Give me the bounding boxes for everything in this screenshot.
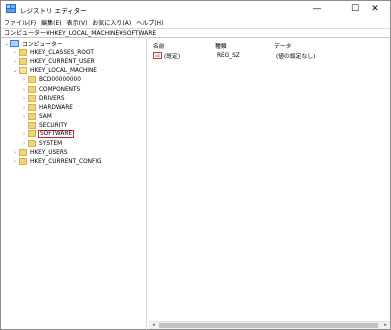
values-list-pane[interactable]: 名前 種類 データ ab (既定) REG_SZ (値の設定なし) — [149, 39, 391, 330]
tree-item-hardware[interactable]: › HARDWARE — [21, 103, 74, 112]
tree-item-label-selected: SOFTWARE — [38, 129, 75, 138]
window-title: レジストリ エディター — [20, 7, 87, 15]
tree-item-computer[interactable]: ⌄ コンピューター — [4, 39, 64, 48]
folder-icon — [28, 130, 36, 137]
folder-icon — [19, 49, 27, 56]
scroll-thumb[interactable] — [159, 323, 378, 328]
tree-item-hkey-current-user[interactable]: › HKEY_CURRENT_USER — [12, 57, 96, 66]
menu-help[interactable]: ヘルプ(H) — [136, 18, 163, 27]
folder-icon — [28, 113, 36, 120]
value-name: (既定) — [164, 54, 181, 60]
tree-item-label: HKEY_CURRENT_USER — [30, 58, 95, 65]
collapse-arrow-icon[interactable]: › — [21, 87, 27, 93]
menu-bar: ファイル(F) 編集(E) 表示(V) お気に入り(A) ヘルプ(H) — [1, 17, 390, 28]
folder-icon — [28, 76, 36, 83]
column-header-name[interactable]: 名前 — [153, 41, 165, 50]
collapse-arrow-icon[interactable]: › — [12, 50, 18, 56]
string-value-icon: ab — [153, 52, 162, 59]
collapse-arrow-icon[interactable]: › — [12, 150, 18, 156]
tree-item-hkey-current-config[interactable]: › HKEY_CURRENT_CONFIG — [12, 157, 103, 166]
tree-item-sam[interactable]: › SAM — [21, 112, 53, 121]
tree-item-label: HKEY_CURRENT_CONFIG — [30, 158, 102, 165]
folder-icon — [28, 140, 36, 147]
tree-item-label: コンピューター — [22, 42, 63, 48]
collapse-arrow-icon[interactable]: › — [21, 141, 27, 147]
tree-item-hkey-users[interactable]: › HKEY_USERS — [12, 148, 69, 157]
collapse-arrow-icon[interactable]: › — [21, 77, 27, 83]
tree-item-hkey-local-machine[interactable]: ⌄ HKEY_LOCAL_MACHINE — [12, 66, 98, 75]
scroll-right-icon[interactable]: ▸ — [381, 322, 390, 329]
tree-item-label: HKEY_CLASSES_ROOT — [30, 49, 94, 56]
collapse-arrow-icon[interactable]: › — [12, 59, 18, 65]
tree-item-label: SYSTEM — [39, 140, 63, 147]
registry-editor-window: レジストリ エディター — ☐ ✕ ファイル(F) 編集(E) 表示(V) お気… — [0, 0, 391, 330]
tree-item-label: BCD00000000 — [39, 76, 81, 83]
address-bar[interactable]: コンピューター¥HKEY_LOCAL_MACHINE¥SOFTWARE — [1, 28, 390, 38]
tree-item-label: HKEY_LOCAL_MACHINE — [30, 67, 97, 74]
expand-arrow-icon[interactable]: ⌄ — [12, 68, 18, 74]
collapse-arrow-icon[interactable]: › — [21, 114, 27, 120]
folder-icon — [28, 104, 36, 111]
tree-item-label: SECURITY — [39, 122, 68, 129]
tree-item-system[interactable]: › SYSTEM — [21, 139, 63, 148]
folder-icon — [28, 122, 36, 129]
tree-item-label: HARDWARE — [39, 104, 73, 111]
folder-icon — [19, 158, 27, 165]
value-data: (値の設定なし) — [276, 54, 316, 60]
folder-icon — [28, 86, 36, 93]
tree-item-software[interactable]: › SOFTWARE — [21, 129, 75, 138]
column-header-type[interactable]: 種類 — [215, 41, 227, 50]
folder-icon — [19, 58, 27, 65]
registry-editor-icon — [6, 4, 16, 13]
folder-icon — [19, 149, 27, 156]
computer-icon — [10, 40, 19, 47]
collapse-arrow-icon[interactable]: › — [12, 159, 18, 165]
column-header-data[interactable]: データ — [274, 41, 291, 50]
list-item[interactable]: ab (既定) REG_SZ (値の設定なし) — [153, 51, 315, 60]
folder-icon — [28, 95, 36, 102]
menu-file[interactable]: ファイル(F) — [4, 18, 36, 27]
tree-item-hkey-classes-root[interactable]: › HKEY_CLASSES_ROOT — [12, 48, 95, 57]
collapse-arrow-icon[interactable]: › — [21, 105, 27, 111]
tree-item-drivers[interactable]: › DRIVERS — [21, 94, 66, 103]
tree-item-bcd[interactable]: › BCD00000000 — [21, 75, 82, 84]
tree-item-label: DRIVERS — [39, 95, 65, 102]
tree-item-components[interactable]: › COMPONENTS — [21, 85, 81, 94]
horizontal-scrollbar[interactable]: ◂ ▸ — [149, 321, 390, 329]
value-type: REG_SZ — [217, 52, 240, 59]
menu-view[interactable]: 表示(V) — [67, 18, 88, 27]
close-button[interactable]: ✕ — [362, 1, 388, 17]
menu-edit[interactable]: 編集(E) — [41, 18, 61, 27]
title-bar: レジストリ エディター — ☐ ✕ — [1, 1, 390, 17]
tree-item-label: SAM — [39, 113, 52, 120]
open-folder-icon — [19, 67, 27, 74]
key-tree-pane[interactable]: ⌄ コンピューター › HKEY_CLASSES_ROOT › HKEY_CUR… — [2, 39, 147, 330]
collapse-arrow-icon[interactable]: › — [21, 96, 27, 102]
collapse-arrow-icon[interactable]: › — [21, 131, 27, 137]
scroll-left-icon[interactable]: ◂ — [149, 322, 158, 329]
tree-item-label: COMPONENTS — [39, 86, 81, 93]
minimize-button[interactable]: — — [304, 1, 330, 17]
tree-item-label: HKEY_USERS — [30, 149, 68, 156]
menu-favorites[interactable]: お気に入り(A) — [92, 18, 131, 27]
